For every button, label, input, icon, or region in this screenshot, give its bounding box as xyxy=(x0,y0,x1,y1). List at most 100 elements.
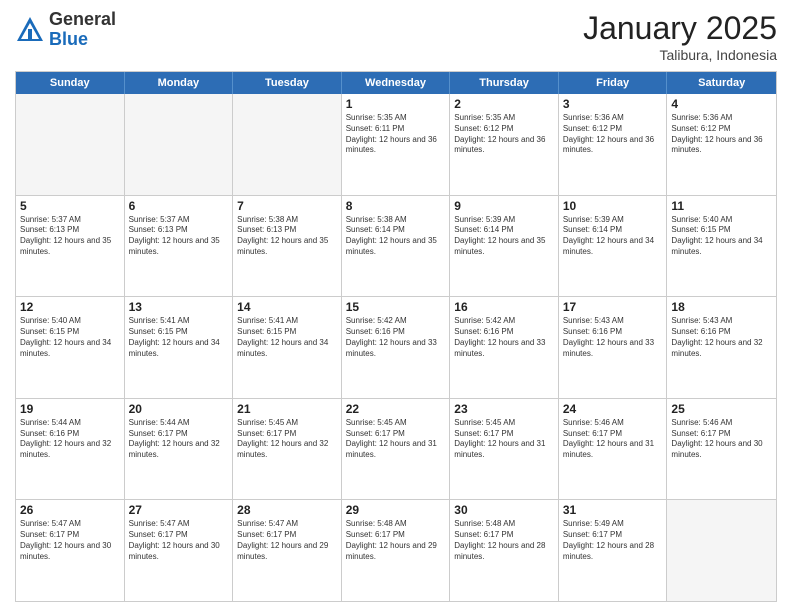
day-num-22: 22 xyxy=(346,402,446,416)
title-block: January 2025 Talibura, Indonesia xyxy=(583,10,777,63)
logo-blue: Blue xyxy=(49,29,88,49)
day-num-23: 23 xyxy=(454,402,554,416)
cal-row-1: 5Sunrise: 5:37 AM Sunset: 6:13 PM Daylig… xyxy=(16,195,776,297)
cal-cell-0-5: 3 Sunrise: 5:36 AM Sunset: 6:12 PM Daylig… xyxy=(559,94,668,195)
cell-text-2-5: Sunrise: 5:43 AM Sunset: 6:16 PM Dayligh… xyxy=(563,316,663,359)
day-num-12: 12 xyxy=(20,300,120,314)
cell-text-1-1: Sunrise: 5:37 AM Sunset: 6:13 PM Dayligh… xyxy=(129,215,229,258)
day-num-11: 11 xyxy=(671,199,772,213)
cal-cell-3-5: 24 Sunrise: 5:46 AM Sunset: 6:17 PM Dayli… xyxy=(559,399,668,500)
cell-text-1-3: Sunrise: 5:38 AM Sunset: 6:14 PM Dayligh… xyxy=(346,215,446,258)
cal-cell-4-1: 27 Sunrise: 5:47 AM Sunset: 6:17 PM Dayli… xyxy=(125,500,234,601)
cal-cell-2-1: 13 Sunrise: 5:41 AM Sunset: 6:15 PM Dayli… xyxy=(125,297,234,398)
day-num-26: 26 xyxy=(20,503,120,517)
cal-cell-4-6 xyxy=(667,500,776,601)
cell-text-2-0: Sunrise: 5:40 AM Sunset: 6:15 PM Dayligh… xyxy=(20,316,120,359)
calendar-body: 1 Sunrise: 5:35 AM Sunset: 6:11 PM Daylig… xyxy=(16,94,776,601)
day-num-24: 24 xyxy=(563,402,663,416)
day-num-14: 14 xyxy=(237,300,337,314)
cell-text-3-5: Sunrise: 5:46 AM Sunset: 6:17 PM Dayligh… xyxy=(563,418,663,461)
cell-text-4-3: Sunrise: 5:48 AM Sunset: 6:17 PM Dayligh… xyxy=(346,519,446,562)
calendar-header: Sunday Monday Tuesday Wednesday Thursday… xyxy=(16,72,776,94)
cell-text-4-2: Sunrise: 5:47 AM Sunset: 6:17 PM Dayligh… xyxy=(237,519,337,562)
day-num-13: 13 xyxy=(129,300,229,314)
header: General Blue January 2025 Talibura, Indo… xyxy=(15,10,777,63)
day-num-28: 28 xyxy=(237,503,337,517)
calendar: Sunday Monday Tuesday Wednesday Thursday… xyxy=(15,71,777,602)
cal-cell-2-3: 15 Sunrise: 5:42 AM Sunset: 6:16 PM Dayli… xyxy=(342,297,451,398)
day-num-8: 8 xyxy=(346,199,446,213)
day-num-10: 10 xyxy=(563,199,663,213)
cal-cell-4-2: 28 Sunrise: 5:47 AM Sunset: 6:17 PM Dayli… xyxy=(233,500,342,601)
cal-cell-1-2: 7 Sunrise: 5:38 AM Sunset: 6:13 PM Daylig… xyxy=(233,196,342,297)
cal-cell-4-3: 29Sunrise: 5:48 AM Sunset: 6:17 PM Dayli… xyxy=(342,500,451,601)
cal-cell-3-0: 19Sunrise: 5:44 AM Sunset: 6:16 PM Dayli… xyxy=(16,399,125,500)
header-thursday: Thursday xyxy=(450,72,559,94)
day-num-1: 1 xyxy=(346,97,446,111)
day-num-21: 21 xyxy=(237,402,337,416)
cell-text-0-6: Sunrise: 5:36 AM Sunset: 6:12 PM Dayligh… xyxy=(671,113,772,156)
cal-cell-3-2: 21 Sunrise: 5:45 AM Sunset: 6:17 PM Dayli… xyxy=(233,399,342,500)
cal-cell-0-6: 4Sunrise: 5:36 AM Sunset: 6:12 PM Daylig… xyxy=(667,94,776,195)
cal-row-2: 12 Sunrise: 5:40 AM Sunset: 6:15 PM Dayli… xyxy=(16,296,776,398)
cell-text-3-3: Sunrise: 5:45 AM Sunset: 6:17 PM Dayligh… xyxy=(346,418,446,461)
cell-text-3-1: Sunrise: 5:44 AM Sunset: 6:17 PM Dayligh… xyxy=(129,418,229,461)
day-num-6: 6 xyxy=(129,199,229,213)
cal-cell-3-3: 22 Sunrise: 5:45 AM Sunset: 6:17 PM Dayli… xyxy=(342,399,451,500)
cell-text-3-2: Sunrise: 5:45 AM Sunset: 6:17 PM Dayligh… xyxy=(237,418,337,461)
cal-cell-0-3: 1 Sunrise: 5:35 AM Sunset: 6:11 PM Daylig… xyxy=(342,94,451,195)
cell-text-4-1: Sunrise: 5:47 AM Sunset: 6:17 PM Dayligh… xyxy=(129,519,229,562)
day-num-2: 2 xyxy=(454,97,554,111)
month-title: January 2025 xyxy=(583,10,777,47)
cal-cell-3-4: 23Sunrise: 5:45 AM Sunset: 6:17 PM Dayli… xyxy=(450,399,559,500)
cell-text-2-3: Sunrise: 5:42 AM Sunset: 6:16 PM Dayligh… xyxy=(346,316,446,359)
cal-cell-0-1 xyxy=(125,94,234,195)
cal-cell-2-0: 12 Sunrise: 5:40 AM Sunset: 6:15 PM Dayli… xyxy=(16,297,125,398)
logo-general: General xyxy=(49,9,116,29)
day-num-18: 18 xyxy=(671,300,772,314)
day-num-31: 31 xyxy=(563,503,663,517)
cal-cell-0-2 xyxy=(233,94,342,195)
day-num-7: 7 xyxy=(237,199,337,213)
cell-text-0-5: Sunrise: 5:36 AM Sunset: 6:12 PM Dayligh… xyxy=(563,113,663,156)
cal-cell-2-2: 14 Sunrise: 5:41 AM Sunset: 6:15 PM Dayli… xyxy=(233,297,342,398)
cal-cell-0-4: 2 Sunrise: 5:35 AM Sunset: 6:12 PM Daylig… xyxy=(450,94,559,195)
cal-cell-4-5: 31Sunrise: 5:49 AM Sunset: 6:17 PM Dayli… xyxy=(559,500,668,601)
cal-cell-1-6: 11Sunrise: 5:40 AM Sunset: 6:15 PM Dayli… xyxy=(667,196,776,297)
logo: General Blue xyxy=(15,10,116,50)
cal-row-4: 26 Sunrise: 5:47 AM Sunset: 6:17 PM Dayli… xyxy=(16,499,776,601)
cell-text-0-4: Sunrise: 5:35 AM Sunset: 6:12 PM Dayligh… xyxy=(454,113,554,156)
cal-cell-3-6: 25 Sunrise: 5:46 AM Sunset: 6:17 PM Dayli… xyxy=(667,399,776,500)
day-num-27: 27 xyxy=(129,503,229,517)
cell-text-2-1: Sunrise: 5:41 AM Sunset: 6:15 PM Dayligh… xyxy=(129,316,229,359)
cal-cell-1-5: 10Sunrise: 5:39 AM Sunset: 6:14 PM Dayli… xyxy=(559,196,668,297)
cal-cell-2-5: 17 Sunrise: 5:43 AM Sunset: 6:16 PM Dayli… xyxy=(559,297,668,398)
day-num-16: 16 xyxy=(454,300,554,314)
cal-row-0: 1 Sunrise: 5:35 AM Sunset: 6:11 PM Daylig… xyxy=(16,94,776,195)
cell-text-2-6: Sunrise: 5:43 AM Sunset: 6:16 PM Dayligh… xyxy=(671,316,772,359)
header-tuesday: Tuesday xyxy=(233,72,342,94)
cal-row-3: 19Sunrise: 5:44 AM Sunset: 6:16 PM Dayli… xyxy=(16,398,776,500)
cal-cell-3-1: 20Sunrise: 5:44 AM Sunset: 6:17 PM Dayli… xyxy=(125,399,234,500)
cal-cell-0-0 xyxy=(16,94,125,195)
day-num-30: 30 xyxy=(454,503,554,517)
page: General Blue January 2025 Talibura, Indo… xyxy=(0,0,792,612)
day-num-17: 17 xyxy=(563,300,663,314)
cell-text-3-0: Sunrise: 5:44 AM Sunset: 6:16 PM Dayligh… xyxy=(20,418,120,461)
cal-cell-1-0: 5Sunrise: 5:37 AM Sunset: 6:13 PM Daylig… xyxy=(16,196,125,297)
header-sunday: Sunday xyxy=(16,72,125,94)
day-num-15: 15 xyxy=(346,300,446,314)
day-num-3: 3 xyxy=(563,97,663,111)
cell-text-4-4: Sunrise: 5:48 AM Sunset: 6:17 PM Dayligh… xyxy=(454,519,554,562)
header-wednesday: Wednesday xyxy=(342,72,451,94)
day-num-25: 25 xyxy=(671,402,772,416)
cal-cell-2-4: 16Sunrise: 5:42 AM Sunset: 6:16 PM Dayli… xyxy=(450,297,559,398)
header-monday: Monday xyxy=(125,72,234,94)
cell-text-2-2: Sunrise: 5:41 AM Sunset: 6:15 PM Dayligh… xyxy=(237,316,337,359)
cell-text-0-3: Sunrise: 5:35 AM Sunset: 6:11 PM Dayligh… xyxy=(346,113,446,156)
cell-text-4-0: Sunrise: 5:47 AM Sunset: 6:17 PM Dayligh… xyxy=(20,519,120,562)
cal-cell-1-3: 8 Sunrise: 5:38 AM Sunset: 6:14 PM Daylig… xyxy=(342,196,451,297)
cell-text-3-6: Sunrise: 5:46 AM Sunset: 6:17 PM Dayligh… xyxy=(671,418,772,461)
logo-icon xyxy=(15,15,45,45)
cell-text-1-2: Sunrise: 5:38 AM Sunset: 6:13 PM Dayligh… xyxy=(237,215,337,258)
